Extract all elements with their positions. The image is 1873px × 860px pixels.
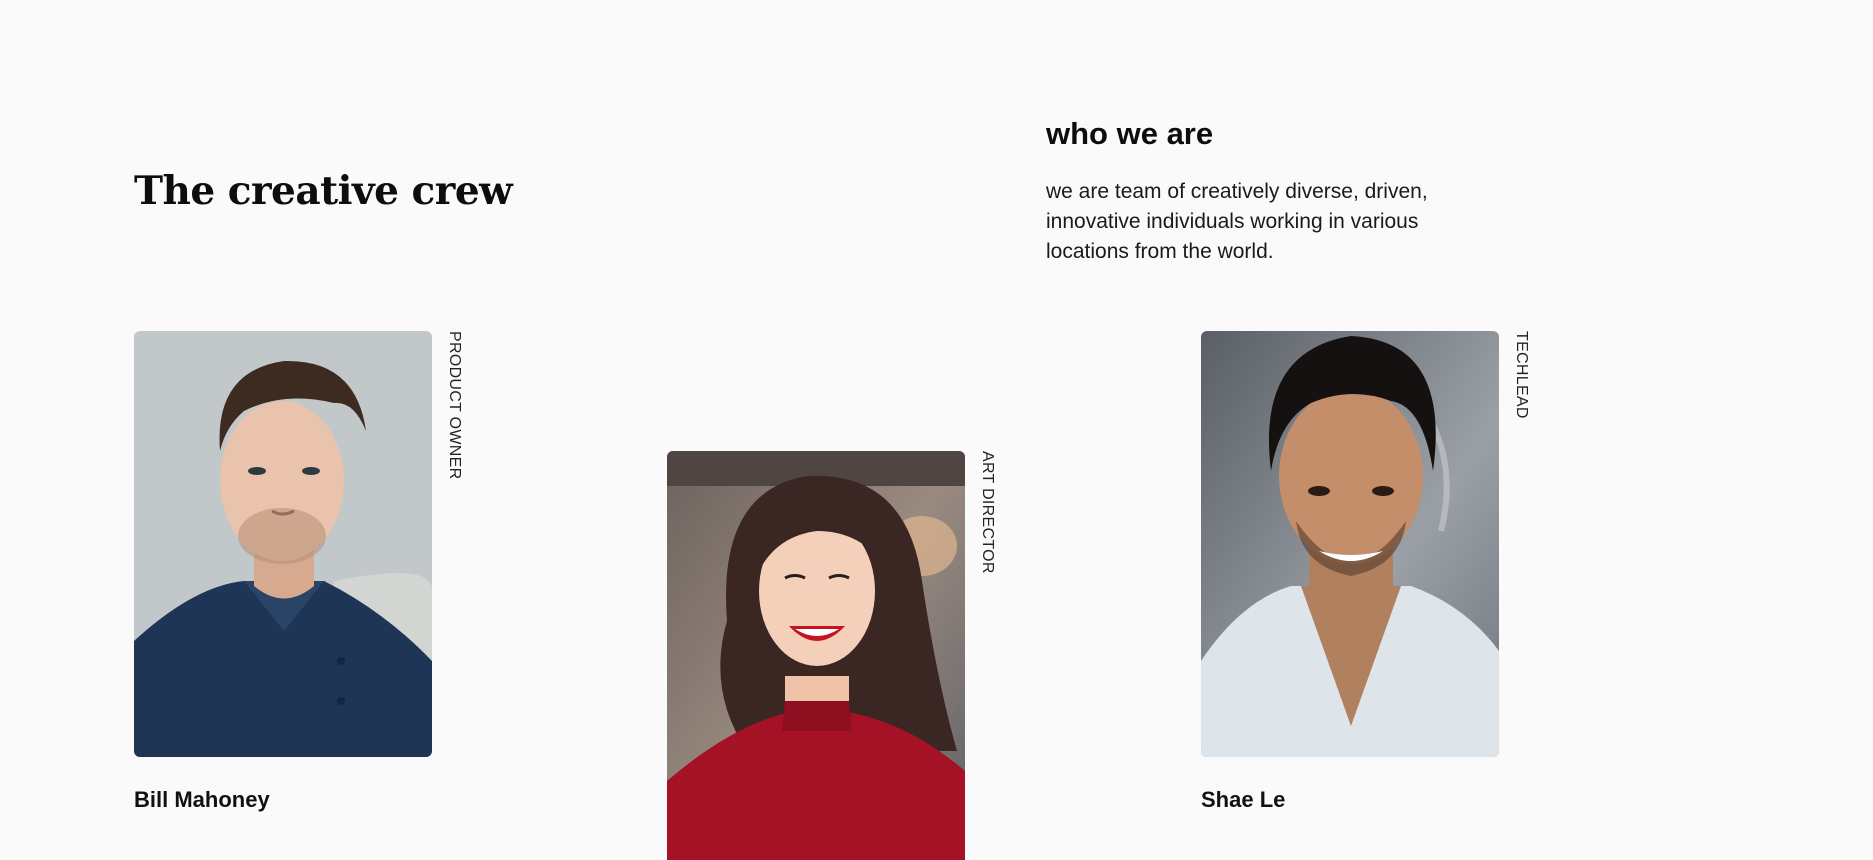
member-photo [1201, 331, 1499, 757]
member-name: Bill Mahoney [134, 787, 270, 812]
section-title: The creative crew [134, 168, 513, 214]
about-heading: who we are [1046, 116, 1214, 151]
member-role: TECHLEAD [1513, 331, 1530, 419]
portrait-photo-icon [667, 451, 965, 860]
member-name: Shae Le [1201, 787, 1286, 812]
member-photo [134, 331, 432, 757]
about-text: we are team of creatively diverse, drive… [1046, 180, 1428, 263]
member-role: PRODUCT OWNER [446, 331, 463, 480]
member-role: ART DIRECTOR [979, 451, 996, 574]
portrait-photo-icon [134, 331, 432, 757]
member-photo [667, 451, 965, 860]
portrait-photo-icon [1201, 331, 1499, 757]
